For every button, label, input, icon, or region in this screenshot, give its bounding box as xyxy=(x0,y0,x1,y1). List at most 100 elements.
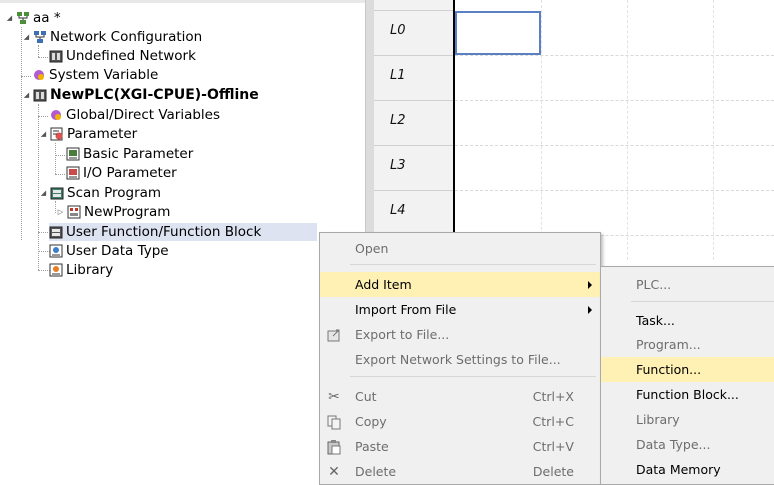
variable-icon xyxy=(32,68,46,82)
menu-item-label: Delete xyxy=(355,464,397,479)
submenu-item-task[interactable]: Task... xyxy=(601,308,774,333)
data-type-icon xyxy=(49,244,63,258)
menu-item-label: Function Block... xyxy=(636,387,739,402)
user-function-icon xyxy=(49,225,63,239)
menu-item-label: Export to File... xyxy=(355,327,450,342)
menu-item-export-to-file[interactable]: Export to File... xyxy=(320,322,600,347)
parameter-icon xyxy=(50,127,64,141)
tree-node-project[interactable]: ◢ aa * xyxy=(5,9,61,27)
menu-item-label: Paste xyxy=(355,439,389,454)
tree-node-undefined-network[interactable]: Undefined Network xyxy=(49,47,196,65)
project-network-icon xyxy=(16,11,30,25)
menu-item-label: Copy xyxy=(355,414,387,429)
tree-node-label: System Variable xyxy=(49,67,159,83)
shortcut-text: Ctrl+C xyxy=(532,414,574,429)
rung-label[interactable]: L4 xyxy=(374,190,454,235)
submenu-item-data-type[interactable]: Data Type... xyxy=(601,432,774,457)
menu-item-label: Task... xyxy=(636,313,675,328)
tree-node-global-variables[interactable]: Global/Direct Variables xyxy=(49,106,220,124)
menu-item-label: Export Network Settings to File... xyxy=(355,352,561,367)
tree-node-user-function[interactable]: User Function/Function Block xyxy=(49,223,317,241)
rung-number: L2 xyxy=(390,113,406,128)
rung-label[interactable]: L3 xyxy=(374,145,454,190)
tree-node-label: aa * xyxy=(33,10,61,26)
menu-item-import-from-file[interactable]: Import From File xyxy=(320,297,600,322)
tree-node-io-parameter[interactable]: I/O Parameter xyxy=(66,164,177,182)
grid-line xyxy=(455,190,774,191)
menu-item-label: Function... xyxy=(636,362,702,377)
shortcut-text: Ctrl+V xyxy=(532,439,574,454)
tree-top-border xyxy=(0,0,365,3)
shortcut-text: Ctrl+X xyxy=(532,389,574,404)
rung-label[interactable]: L2 xyxy=(374,100,454,145)
program-icon xyxy=(67,205,81,219)
tree-node-label: Library xyxy=(66,262,114,278)
menu-item-add-item[interactable]: Add Item xyxy=(320,272,600,297)
menu-item-open[interactable]: Open xyxy=(320,236,600,261)
tree-node-parameter[interactable]: ◢ Parameter xyxy=(39,125,137,143)
menu-item-cut[interactable]: ✂ Cut Ctrl+X xyxy=(320,384,600,409)
plc-module-icon xyxy=(49,49,63,63)
grid-line xyxy=(455,55,774,56)
collapse-icon[interactable]: ◢ xyxy=(22,91,31,100)
network-config-icon xyxy=(33,30,47,44)
menu-item-copy[interactable]: Copy Ctrl+C xyxy=(320,409,600,434)
grid-line xyxy=(627,0,628,260)
tree-node-library[interactable]: Library xyxy=(49,261,113,279)
rung-number: L4 xyxy=(390,203,406,218)
tree-node-scan-program[interactable]: ◢ Scan Program xyxy=(39,184,161,202)
tree-node-label: Parameter xyxy=(67,126,138,142)
submenu-arrow-icon xyxy=(588,280,592,289)
plc-module-icon xyxy=(33,88,47,102)
rung-number: L0 xyxy=(390,23,406,38)
menu-item-label: Data Memory xyxy=(636,462,721,477)
expand-icon[interactable]: ▷ xyxy=(56,208,65,217)
collapse-icon[interactable]: ◢ xyxy=(5,14,14,23)
menu-item-label: Import From File xyxy=(355,302,457,317)
tree-guide-line xyxy=(21,27,22,240)
tree-node-plc[interactable]: ◢ NewPLC(XGI-CPUE)-Offline xyxy=(22,86,259,104)
io-parameter-icon xyxy=(66,166,80,180)
collapse-icon[interactable]: ◢ xyxy=(39,130,48,139)
submenu-item-data-memory[interactable]: Data Memory xyxy=(601,457,774,482)
collapse-icon[interactable]: ◢ xyxy=(39,189,48,198)
tree-node-label: NewProgram xyxy=(84,204,171,220)
tree-node-label: Undefined Network xyxy=(66,48,196,64)
rung-label[interactable]: L0 xyxy=(374,10,454,55)
project-tree[interactable]: ◢ aa * ◢ Network Configuration Undefined… xyxy=(0,0,365,483)
tree-node-new-program[interactable]: ▷ NewProgram xyxy=(56,203,171,221)
scan-program-icon xyxy=(50,186,64,200)
menu-item-label: Add Item xyxy=(355,277,412,292)
menu-separator xyxy=(350,264,596,265)
tree-guide-line xyxy=(55,174,65,175)
tree-node-network-configuration[interactable]: ◢ Network Configuration xyxy=(22,28,202,46)
library-icon xyxy=(49,263,63,277)
submenu-item-program[interactable]: Program... xyxy=(601,332,774,357)
add-item-submenu[interactable]: PLC... Task... Program... Function... Fu… xyxy=(600,266,774,485)
tree-node-label: User Function/Function Block xyxy=(66,224,262,240)
menu-item-label: Program... xyxy=(636,337,701,352)
tree-node-label: Global/Direct Variables xyxy=(66,107,221,123)
menu-item-label: Cut xyxy=(355,389,377,404)
variable-icon xyxy=(49,108,63,122)
rung-label[interactable]: L1 xyxy=(374,55,454,100)
submenu-item-plc[interactable]: PLC... xyxy=(601,272,774,297)
submenu-arrow-icon xyxy=(588,305,592,314)
submenu-item-function-block[interactable]: Function Block... xyxy=(601,382,774,407)
menu-item-export-network-settings[interactable]: Export Network Settings to File... xyxy=(320,347,600,372)
tree-node-system-variable[interactable]: System Variable xyxy=(32,66,158,84)
submenu-item-library[interactable]: Library xyxy=(601,407,774,432)
collapse-icon[interactable]: ◢ xyxy=(22,33,31,42)
tree-node-basic-parameter[interactable]: Basic Parameter xyxy=(66,145,193,163)
cell-cursor[interactable] xyxy=(455,11,541,55)
tree-guide-line xyxy=(55,143,56,174)
submenu-item-function[interactable]: Function... xyxy=(601,357,774,382)
menu-item-paste[interactable]: Paste Ctrl+V xyxy=(320,434,600,459)
menu-item-label: PLC... xyxy=(636,277,672,292)
menu-item-delete[interactable]: ✕ Delete Delete xyxy=(320,459,600,484)
tree-node-label: NewPLC(XGI-CPUE)-Offline xyxy=(50,87,259,103)
context-menu[interactable]: Open Add Item Import From File Export to… xyxy=(319,232,601,485)
tree-node-label: Network Configuration xyxy=(50,29,203,45)
tree-node-user-data-type[interactable]: User Data Type xyxy=(49,242,169,260)
tree-guide-line xyxy=(55,155,65,156)
